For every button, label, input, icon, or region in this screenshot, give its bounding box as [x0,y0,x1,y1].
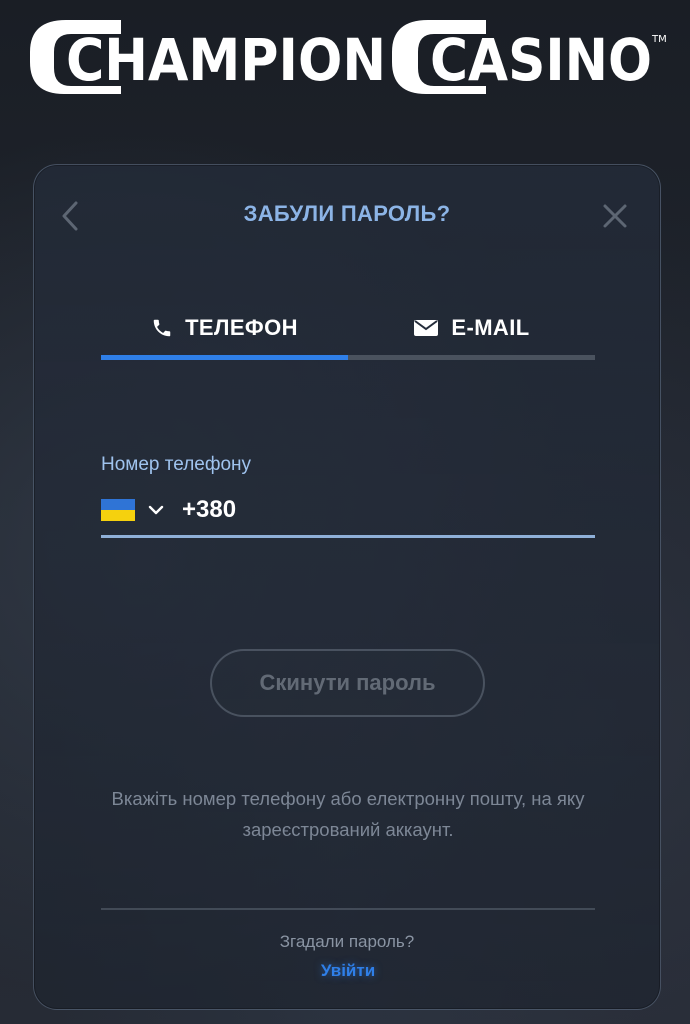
tab-phone[interactable]: ТЕЛЕФОН [101,301,348,355]
recovery-method-tabs: ТЕЛЕФОН E-MAIL [101,301,595,361]
tab-email-label: E-MAIL [451,315,530,340]
tab-phone-indicator [101,355,348,360]
login-link[interactable]: Увійти [298,960,398,982]
ukraine-flag-icon [101,499,135,521]
remember-password-text: Згадали пароль? [279,932,415,951]
tab-phone-label: ТЕЛЕФОН [185,315,298,340]
close-button[interactable] [600,201,630,231]
tab-email-indicator [348,355,595,360]
reset-password-button[interactable]: Скинути пароль [210,649,485,717]
hint-text: Вкажіть номер телефону або електронну по… [111,788,585,840]
divider [101,908,595,910]
country-code-dropdown[interactable] [101,495,171,525]
phone-input[interactable] [182,493,594,527]
logo-trademark: TM [651,34,667,45]
phone-icon [151,317,173,339]
phone-input-underline [101,535,595,538]
logo-word-champion: CHAMPION [66,26,386,94]
modal-title: ЗАБУЛИ ПАРОЛЬ? [243,201,451,226]
logo-word-casino: CASINO [430,26,652,94]
chevron-down-icon [147,501,165,520]
champion-casino-logo: CHAMPION CASINO TM [26,14,670,100]
phone-field-label: Номер телефону [101,454,252,475]
envelope-icon [413,318,439,338]
tab-email[interactable]: E-MAIL [348,301,595,355]
forgot-password-modal: ЗАБУЛИ ПАРОЛЬ? ТЕЛЕФОН E-MAIL Номер теле… [33,164,661,1010]
close-icon [603,204,627,228]
